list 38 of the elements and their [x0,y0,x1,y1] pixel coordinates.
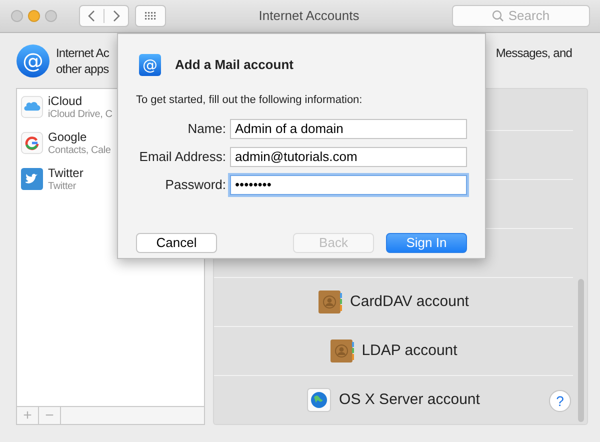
dialog-button[interactable]: Cancel [136,232,217,252]
bird-icon [21,168,43,190]
address-book-icon [330,339,354,363]
description-text: Internet Ac [56,44,109,60]
instruction-text: To get started, fill out the following information: [136,93,364,108]
account-name: Twitter [48,166,84,180]
help-button[interactable]: ? [549,390,571,412]
g-logo-icon [21,132,43,154]
account-services: Contacts, Cale [48,144,111,156]
account-type-item[interactable]: LDAP account [214,326,573,375]
password-field[interactable]: •••••••• [230,174,467,194]
window-title: Internet Accounts [258,7,360,26]
field-label: Email Address: [138,148,226,166]
window-control-button[interactable] [28,10,40,22]
back-forward-buttons[interactable] [79,5,129,27]
address-book-icon [318,290,342,314]
input-field[interactable]: admin@tutorials.com [230,146,467,166]
window-control-button[interactable] [11,10,23,22]
globe-icon [307,388,332,412]
input-field[interactable]: Admin of a domain [230,118,467,138]
cloud-icon [21,96,43,118]
description-text: other apps [56,60,109,76]
account-name: Google [48,130,88,144]
field-label: Name: [186,120,226,138]
grid-button[interactable] [135,5,166,27]
at-sign-icon: @ [16,44,50,78]
account-services: Twitter [48,180,78,192]
account-name: iCloud [48,94,84,108]
account-type-item[interactable]: CardDAV account [214,277,573,326]
dialog-title: Add a Mail account [175,56,294,74]
search-icon [492,10,504,22]
field-label: Password: [164,176,226,194]
account-services: iCloud Drive, C [48,108,112,120]
description-text: Messages, and [496,44,572,60]
at-sign-icon: @ [139,54,161,76]
grid-icon [145,12,156,20]
window-control-button[interactable] [45,10,57,22]
scrollbar[interactable] [578,279,584,422]
